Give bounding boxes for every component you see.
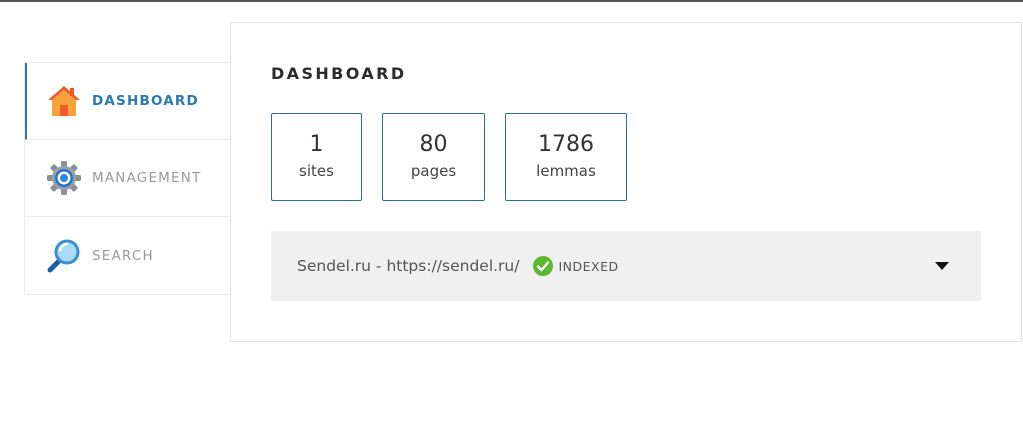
status-badge: INDEXED <box>533 256 618 276</box>
stat-value: 1 <box>309 132 324 158</box>
stat-lemmas: 1786 lemmas <box>505 113 627 201</box>
status-text: INDEXED <box>558 258 619 274</box>
stat-pages: 80 pages <box>382 113 485 201</box>
tab-management[interactable]: MANAGEMENT <box>25 140 231 217</box>
site-row[interactable]: Sendel.ru - https://sendel.ru/ INDEXED <box>271 231 981 301</box>
gear-icon <box>46 160 82 196</box>
home-icon <box>46 83 82 119</box>
stat-label: sites <box>299 162 334 181</box>
dashboard-panel: DASHBOARD 1 sites 80 pages 1786 lemmas S… <box>230 22 1022 342</box>
tab-search[interactable]: SEARCH <box>25 217 231 294</box>
stat-value: 80 <box>419 132 448 158</box>
page-title: DASHBOARD <box>271 64 407 83</box>
magnifier-icon <box>46 238 82 274</box>
top-border <box>0 0 1023 2</box>
tab-dashboard[interactable]: DASHBOARD <box>25 63 231 140</box>
site-name: Sendel.ru - https://sendel.ru/ <box>297 257 520 275</box>
tab-management-label: MANAGEMENT <box>92 170 202 186</box>
sidebar: DASHBOARD MANAGEMENT SEARCH <box>24 62 231 295</box>
stats-row: 1 sites 80 pages 1786 lemmas <box>271 113 627 201</box>
stat-sites: 1 sites <box>271 113 362 201</box>
tab-search-label: SEARCH <box>92 247 154 264</box>
stat-label: lemmas <box>536 162 596 181</box>
tab-dashboard-label: DASHBOARD <box>92 93 199 109</box>
stat-value: 1786 <box>538 132 594 158</box>
chevron-down-icon[interactable] <box>935 262 949 270</box>
stat-label: pages <box>410 162 457 181</box>
check-circle-icon <box>533 256 554 276</box>
